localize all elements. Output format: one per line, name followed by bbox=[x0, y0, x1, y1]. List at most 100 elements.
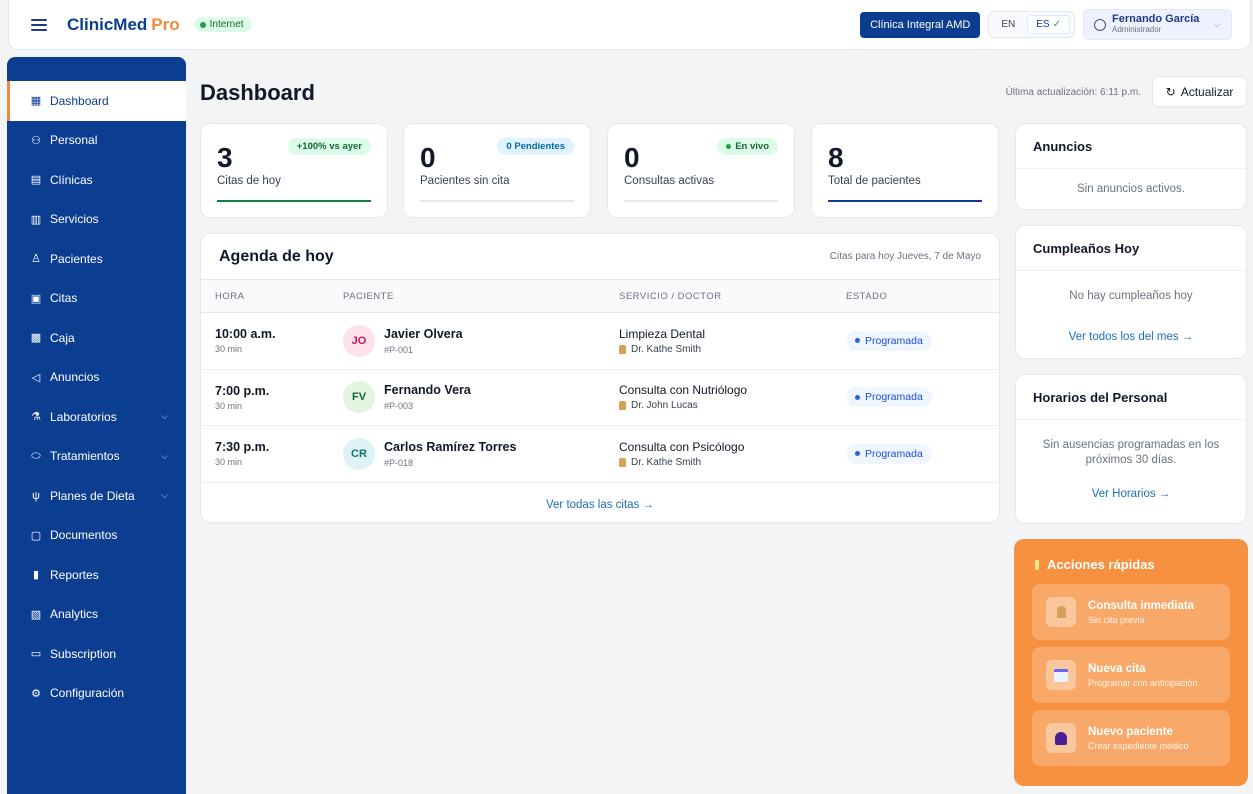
sidebar-item-label: Laboratorios bbox=[50, 409, 117, 424]
stat-card-total-pacientes[interactable]: 8 Total de pacientes bbox=[811, 123, 999, 218]
birthdays-title: Cumpleaños Hoy bbox=[1016, 226, 1246, 271]
status-label: Programada bbox=[865, 334, 923, 347]
announcements-empty: Sin anuncios activos. bbox=[1076, 183, 1186, 195]
page-title: Dashboard bbox=[200, 80, 315, 105]
view-month-birthdays-link[interactable]: Ver todos los del mes → bbox=[1069, 331, 1194, 343]
sidebar-item-label: Citas bbox=[50, 291, 78, 306]
refresh-button[interactable]: ↻ Actualizar bbox=[1152, 76, 1247, 107]
column-header-paciente: PACIENTE bbox=[343, 290, 394, 302]
connection-status-badge: Internet bbox=[193, 17, 252, 32]
stat-card-citas-hoy[interactable]: +100% vs ayer 3 Citas de hoy bbox=[200, 123, 388, 218]
quick-action-title: Consulta inmediata bbox=[1088, 599, 1195, 612]
dashboard-icon: ▦ bbox=[30, 95, 42, 108]
doctor-name: Dr. John Lucas bbox=[631, 400, 698, 412]
sidebar-item-personal[interactable]: ⚇ Personal bbox=[7, 121, 186, 161]
stat-progress-bar bbox=[217, 200, 371, 202]
sidebar-item-anuncios[interactable]: ◁ Anuncios bbox=[7, 358, 186, 398]
gear-icon: ⚙ bbox=[31, 687, 41, 700]
live-dot-icon bbox=[726, 144, 732, 149]
lang-es-label: ES bbox=[1036, 19, 1050, 30]
sidebar-item-servicios[interactable]: ▥ Servicios bbox=[7, 200, 186, 240]
sidebar-item-laboratorios[interactable]: ⚗ Laboratorios ⌵ bbox=[7, 397, 186, 437]
brand-logo[interactable]: ClinicMed Pro bbox=[67, 15, 180, 35]
birthdays-empty: No hay cumpleaños hoy bbox=[1069, 290, 1193, 302]
user-menu[interactable]: Fernando García Administrador ⌵ bbox=[1082, 9, 1232, 40]
view-schedules-link[interactable]: Ver Horarios → bbox=[1092, 488, 1171, 500]
quick-action-title: Nueva cita bbox=[1088, 662, 1146, 675]
menu-icon[interactable] bbox=[31, 18, 47, 31]
sidebar-item-label: Pacientes bbox=[50, 251, 103, 266]
sidebar-item-label: Caja bbox=[50, 330, 75, 345]
language-switcher: EN ES ✓ bbox=[988, 11, 1075, 38]
user-icon: ♙ bbox=[31, 253, 41, 266]
quick-action-subtitle: Programar con anticipación bbox=[1088, 677, 1198, 688]
sidebar-item-caja[interactable]: ▩ Caja bbox=[7, 318, 186, 358]
patient-id: #P-003 bbox=[384, 401, 414, 412]
stat-progress-fill bbox=[828, 200, 982, 202]
cash-icon: ▩ bbox=[30, 332, 42, 345]
status-dot-icon bbox=[199, 21, 206, 28]
patient-name: Javier Olvera bbox=[384, 326, 463, 341]
check-icon: ✓ bbox=[1052, 19, 1061, 30]
cutlery-icon: ψ bbox=[32, 489, 40, 502]
clinic-selector-button[interactable]: Clínica Integral AMD bbox=[860, 11, 981, 38]
lang-en-button[interactable]: EN bbox=[993, 16, 1023, 33]
sidebar-item-label: Tratamientos bbox=[50, 449, 120, 464]
agenda-title: Agenda de hoy bbox=[219, 247, 334, 265]
service-name: Consulta con Nutriólogo bbox=[619, 383, 748, 398]
table-row[interactable]: 7:30 p.m. 30 min CR Carlos Ramírez Torres #… bbox=[201, 426, 999, 483]
column-header-hora: HORA bbox=[215, 290, 245, 302]
stat-pill: En vivo bbox=[717, 138, 778, 155]
sidebar-item-citas[interactable]: ▣ Citas bbox=[7, 279, 186, 319]
status-badge: Programada bbox=[846, 387, 932, 408]
stat-card-pacientes-sin-cita[interactable]: 0 Pendientes 0 Pacientes sin cita bbox=[403, 123, 591, 218]
appointment-time: 10:00 a.m. bbox=[215, 327, 276, 342]
stat-progress-bar bbox=[624, 200, 778, 202]
user-icon bbox=[1093, 18, 1106, 31]
table-row[interactable]: 10:00 a.m. 30 min JO Javier Olvera #P-001 L… bbox=[201, 313, 999, 370]
status-badge: Programada bbox=[846, 330, 932, 351]
lang-es-button[interactable]: ES ✓ bbox=[1027, 15, 1070, 34]
sidebar-item-tratamientos[interactable]: ⬭ Tratamientos ⌵ bbox=[7, 437, 186, 477]
sidebar-item-subscription[interactable]: ▭ Subscription bbox=[7, 634, 186, 674]
stat-label: Consultas activas bbox=[624, 175, 715, 187]
building-icon: ▤ bbox=[30, 174, 42, 187]
quick-action-immediate-consult[interactable]: Consulta inmediata Sin cita previa bbox=[1032, 584, 1230, 640]
sidebar-item-configuracion[interactable]: ⚙ Configuración bbox=[7, 674, 186, 714]
sidebar-item-documentos[interactable]: ▢ Documentos bbox=[7, 516, 186, 556]
column-header-estado: ESTADO bbox=[846, 290, 888, 302]
stat-progress-bar bbox=[828, 200, 982, 202]
status-dot-icon bbox=[855, 451, 860, 457]
sidebar-item-reportes[interactable]: ▮ Reportes bbox=[7, 555, 186, 595]
refresh-label: Actualizar bbox=[1180, 84, 1234, 99]
sidebar-item-analytics[interactable]: ▧ Analytics bbox=[7, 595, 186, 635]
sidebar-item-pacientes[interactable]: ♙ Pacientes bbox=[7, 239, 186, 279]
sidebar-item-label: Reportes bbox=[50, 567, 99, 582]
calendar-icon: ▣ bbox=[30, 292, 42, 305]
view-all-appointments-link[interactable]: Ver todas las citas → bbox=[546, 499, 654, 511]
stat-card-consultas-activas[interactable]: En vivo 0 Consultas activas bbox=[607, 123, 795, 218]
doctor-name: Dr. Kathe Smith bbox=[631, 456, 702, 468]
quick-actions-title: Acciones rápidas bbox=[1047, 557, 1155, 572]
patient-name: Fernando Vera bbox=[384, 383, 471, 398]
sidebar-item-clinicas[interactable]: ▤ Clínicas bbox=[7, 160, 186, 200]
status-badge: Programada bbox=[846, 443, 932, 464]
stat-progress-bar bbox=[420, 200, 574, 202]
chevron-down-icon: ⌵ bbox=[161, 450, 168, 461]
quick-actions-panel: Acciones rápidas Consulta inmediata Sin c… bbox=[1014, 539, 1248, 786]
sidebar-item-dashboard[interactable]: ▦ Dashboard bbox=[7, 81, 186, 121]
chevron-down-icon: ⌵ bbox=[161, 490, 168, 501]
sidebar-item-label: Analytics bbox=[50, 607, 99, 622]
table-row[interactable]: 7:00 p.m. 30 min FV Fernando Vera #P-003 Co… bbox=[201, 370, 999, 426]
avatar: JO bbox=[343, 324, 375, 357]
avatar: CR bbox=[343, 437, 375, 470]
doctor-icon bbox=[1046, 597, 1076, 627]
credit-card-icon: ▭ bbox=[30, 648, 42, 661]
quick-action-new-patient[interactable]: Nuevo paciente Crear expediente médico bbox=[1032, 710, 1230, 766]
folder-icon: ▢ bbox=[30, 529, 42, 542]
sidebar-item-planes-dieta[interactable]: ψ Planes de Dieta ⌵ bbox=[7, 476, 186, 516]
appointment-duration: 30 min bbox=[215, 400, 243, 411]
quick-action-subtitle: Crear expediente médico bbox=[1088, 740, 1189, 751]
staff-schedule-card: Horarios del Personal Sin ausencias prog… bbox=[1015, 374, 1247, 524]
quick-action-new-appointment[interactable]: Nueva cita Programar con anticipación bbox=[1032, 647, 1230, 703]
